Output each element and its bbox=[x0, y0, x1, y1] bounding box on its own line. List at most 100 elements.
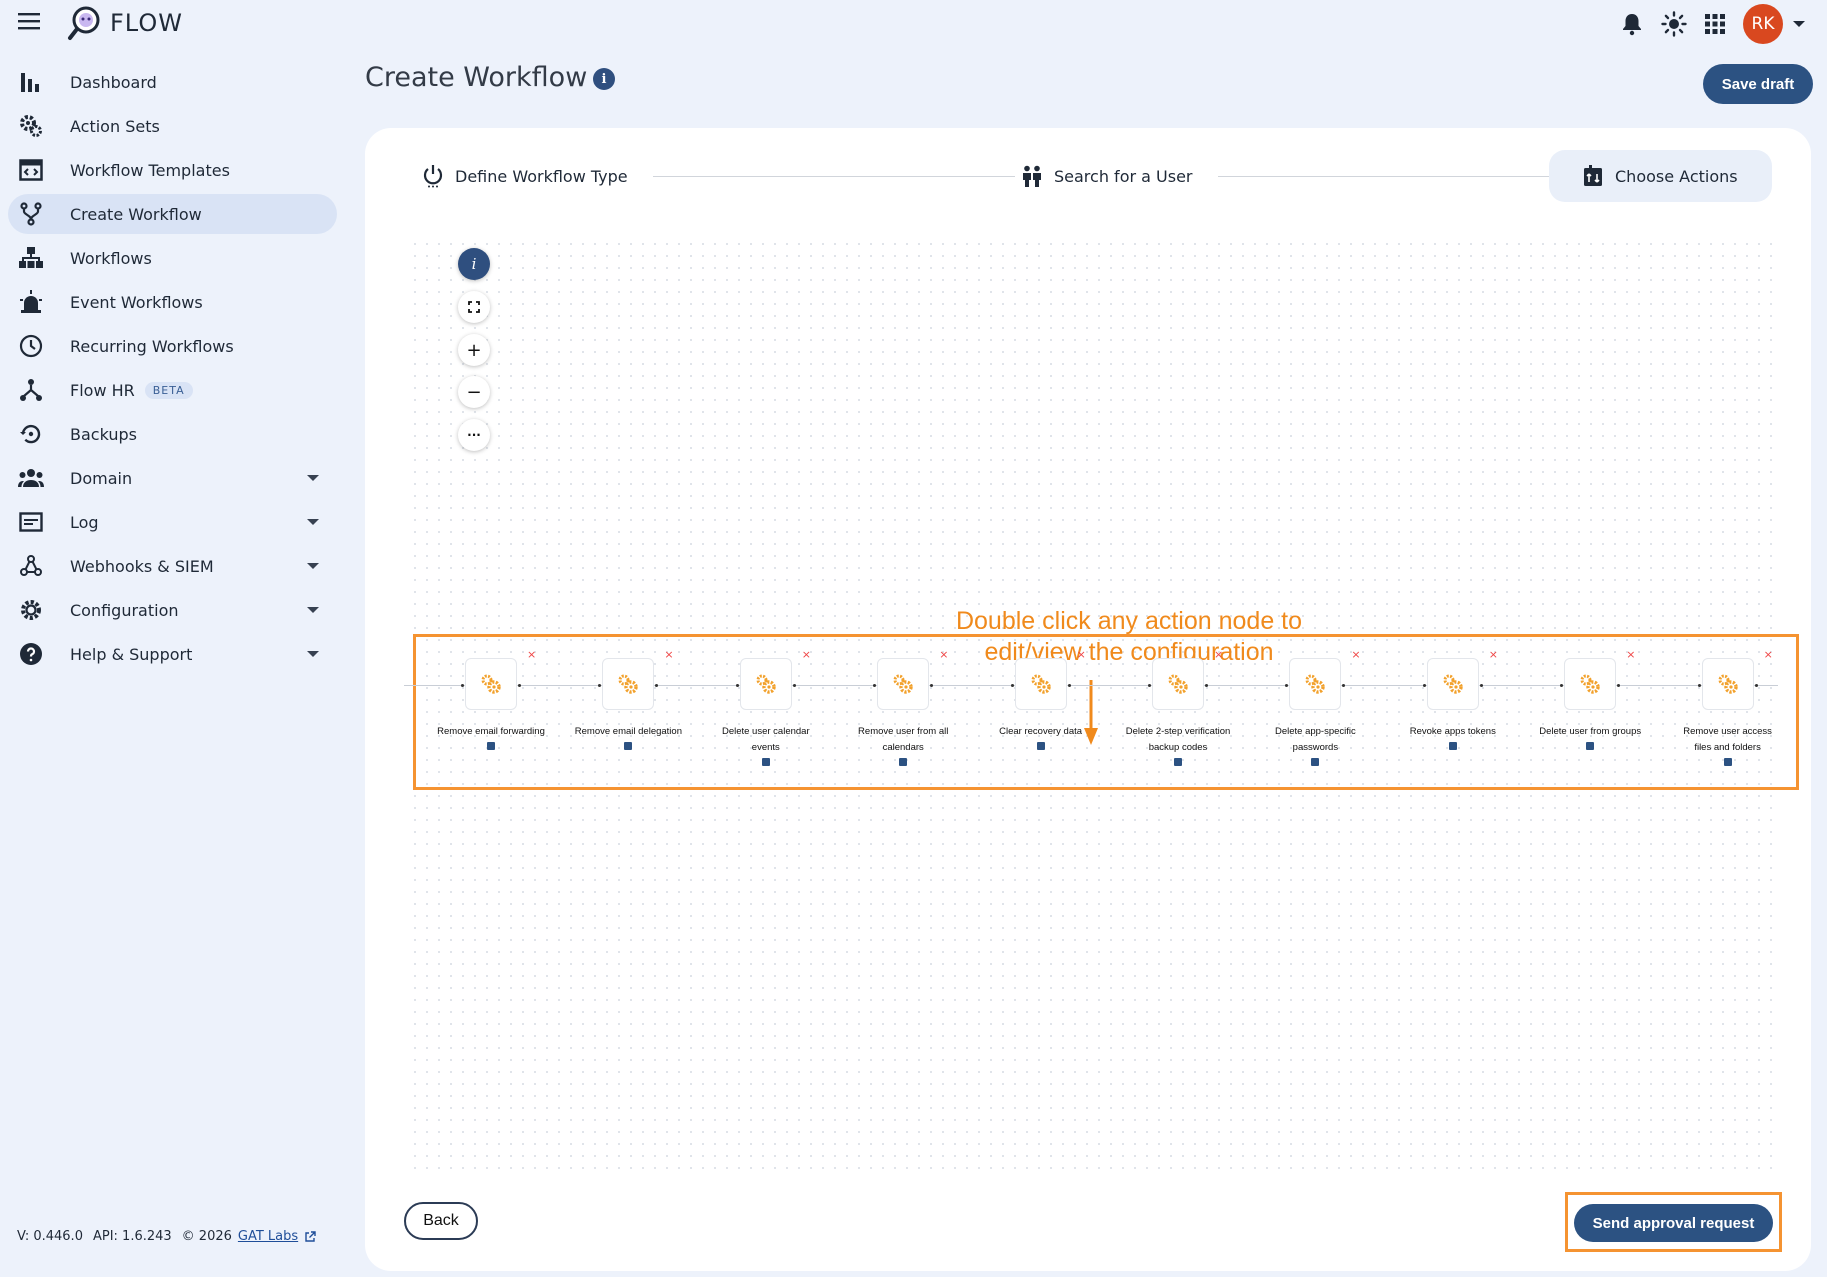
save-draft-button[interactable]: Save draft bbox=[1703, 64, 1813, 104]
action-node-box[interactable] bbox=[739, 658, 792, 710]
node-delete-icon[interactable]: × bbox=[1626, 648, 1635, 661]
node-delete-icon[interactable]: × bbox=[664, 648, 673, 661]
node-config-icon[interactable] bbox=[1723, 758, 1732, 766]
node-input-handle[interactable] bbox=[1422, 684, 1426, 687]
zoom-in-button[interactable]: + bbox=[458, 334, 490, 366]
node-config-icon[interactable] bbox=[899, 758, 908, 766]
menu-icon[interactable] bbox=[18, 12, 44, 34]
step-label: Search for a User bbox=[1054, 166, 1193, 186]
node-input-handle[interactable] bbox=[1010, 684, 1014, 687]
node-delete-icon[interactable]: × bbox=[939, 648, 948, 661]
external-link-icon[interactable] bbox=[304, 1230, 316, 1243]
action-node-box[interactable] bbox=[1701, 658, 1754, 710]
node-delete-icon[interactable]: × bbox=[1489, 648, 1498, 661]
back-button[interactable]: Back bbox=[404, 1202, 478, 1240]
template-icon bbox=[18, 157, 44, 183]
node-delete-icon[interactable]: × bbox=[1764, 648, 1773, 661]
node-output-handle[interactable] bbox=[1479, 684, 1483, 687]
node-input-handle[interactable] bbox=[1560, 684, 1564, 687]
node-output-handle[interactable] bbox=[1754, 684, 1758, 687]
info-icon[interactable]: i bbox=[593, 68, 615, 90]
sidebar-item-flow-hr[interactable]: Flow HR BETA bbox=[8, 370, 337, 410]
node-output-handle[interactable] bbox=[518, 684, 521, 687]
company-link[interactable]: GAT Labs bbox=[238, 1229, 298, 1244]
theme-toggle-sun-icon[interactable] bbox=[1661, 11, 1687, 37]
node-output-handle[interactable] bbox=[1205, 684, 1208, 687]
gears-icon bbox=[1442, 673, 1464, 695]
action-node-box[interactable] bbox=[1426, 658, 1479, 710]
sidebar-item-webhooks-siem[interactable]: Webhooks & SIEM bbox=[8, 546, 337, 586]
caret-down-icon bbox=[307, 563, 319, 569]
node-delete-icon[interactable]: × bbox=[1214, 648, 1223, 661]
more-options-button[interactable]: ··· bbox=[458, 419, 490, 451]
sidebar-item-label: Domain bbox=[70, 468, 133, 488]
node-config-icon[interactable] bbox=[624, 742, 633, 750]
avatar[interactable]: RK bbox=[1743, 4, 1783, 44]
node-input-handle[interactable] bbox=[1148, 684, 1151, 687]
node-config-icon[interactable] bbox=[1036, 742, 1045, 750]
step-search-for-user[interactable]: Search for a User bbox=[1022, 150, 1193, 202]
sidebar-item-configuration[interactable]: Configuration bbox=[8, 590, 337, 630]
fit-view-button[interactable] bbox=[458, 291, 490, 323]
node-input-handle[interactable] bbox=[598, 684, 602, 687]
node-output-handle[interactable] bbox=[792, 684, 796, 687]
send-approval-request-button[interactable]: Send approval request bbox=[1574, 1204, 1773, 1242]
node-label-line-2: calendars bbox=[882, 742, 924, 753]
node-output-handle[interactable] bbox=[1617, 684, 1621, 687]
sidebar-item-backups[interactable]: Backups bbox=[8, 414, 337, 454]
sidebar-item-recurring-workflows[interactable]: Recurring Workflows bbox=[8, 326, 337, 366]
sidebar-item-domain[interactable]: Domain bbox=[8, 458, 337, 498]
sidebar-item-action-sets[interactable]: Action Sets bbox=[8, 106, 337, 146]
user-menu[interactable]: RK bbox=[1743, 4, 1805, 44]
node-config-icon[interactable] bbox=[761, 758, 770, 766]
action-node-box[interactable] bbox=[602, 658, 655, 710]
node-config-icon[interactable] bbox=[1311, 758, 1320, 766]
sidebar-item-event-workflows[interactable]: Event Workflows bbox=[8, 282, 337, 322]
apps-grid-icon[interactable] bbox=[1705, 14, 1725, 34]
node-delete-icon[interactable]: × bbox=[802, 648, 811, 661]
action-node-box[interactable] bbox=[1014, 658, 1067, 710]
node-output-handle[interactable] bbox=[1342, 684, 1346, 687]
sidebar-item-help-support[interactable]: Help & Support bbox=[8, 634, 337, 674]
sidebar-item-create-workflow[interactable]: Create Workflow bbox=[8, 194, 337, 234]
node-output-handle[interactable] bbox=[655, 684, 659, 687]
node-input-handle[interactable] bbox=[461, 684, 464, 687]
caret-down-icon bbox=[307, 475, 319, 481]
node-delete-icon[interactable]: × bbox=[1351, 648, 1360, 661]
hierarchy-icon bbox=[18, 245, 44, 271]
sidebar-item-label: Webhooks & SIEM bbox=[70, 556, 214, 576]
action-node-box[interactable] bbox=[877, 658, 930, 710]
sidebar-item-workflows[interactable]: Workflows bbox=[8, 238, 337, 278]
node-label-line-1: Remove email forwarding bbox=[437, 726, 545, 737]
node-config-icon[interactable] bbox=[1586, 742, 1595, 750]
zoom-out-button[interactable]: − bbox=[458, 376, 490, 408]
action-node-box[interactable] bbox=[1564, 658, 1617, 710]
node-input-handle[interactable] bbox=[873, 684, 877, 687]
sidebar-item-label: Workflow Templates bbox=[70, 160, 230, 180]
webhook-icon bbox=[18, 553, 44, 579]
node-config-icon[interactable] bbox=[1174, 758, 1182, 766]
action-node-box[interactable] bbox=[1152, 658, 1204, 710]
sidebar-item-label: Action Sets bbox=[70, 116, 160, 136]
chevron-down-icon[interactable] bbox=[1793, 21, 1805, 27]
notifications-bell-icon[interactable] bbox=[1621, 12, 1643, 36]
action-node-box[interactable] bbox=[1289, 658, 1342, 710]
node-delete-icon[interactable]: × bbox=[527, 648, 536, 661]
step-choose-actions[interactable]: Choose Actions bbox=[1549, 150, 1772, 202]
action-node-box[interactable] bbox=[465, 658, 517, 710]
node-input-handle[interactable] bbox=[1697, 684, 1701, 687]
sidebar-item-dashboard[interactable]: Dashboard bbox=[8, 62, 337, 102]
node-input-handle[interactable] bbox=[735, 684, 739, 687]
sidebar-item-log[interactable]: Log bbox=[8, 502, 337, 542]
app-logo[interactable]: FLOW bbox=[66, 4, 183, 42]
node-output-handle[interactable] bbox=[1067, 684, 1071, 687]
node-delete-icon[interactable]: × bbox=[1077, 648, 1086, 661]
beta-badge: BETA bbox=[144, 381, 193, 399]
step-define-workflow-type[interactable]: Define Workflow Type bbox=[423, 150, 628, 202]
sidebar-item-workflow-templates[interactable]: Workflow Templates bbox=[8, 150, 337, 190]
node-config-icon[interactable] bbox=[487, 742, 495, 750]
node-input-handle[interactable] bbox=[1285, 684, 1289, 687]
node-output-handle[interactable] bbox=[930, 684, 934, 687]
canvas-info-button[interactable]: i bbox=[458, 248, 490, 280]
node-config-icon[interactable] bbox=[1448, 742, 1457, 750]
